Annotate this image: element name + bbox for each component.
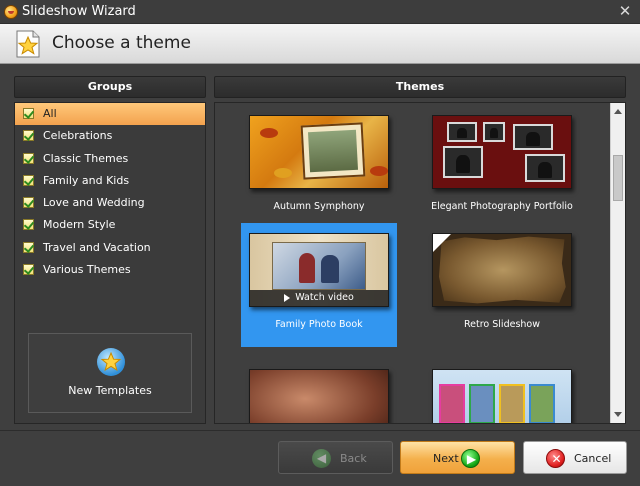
theme-thumbnail <box>432 369 572 423</box>
next-button[interactable]: Next ▶ <box>400 441 515 474</box>
group-label: Love and Wedding <box>43 196 145 210</box>
play-icon <box>284 293 291 302</box>
cancel-button[interactable]: ✕ Cancel <box>523 441 627 474</box>
photo <box>499 384 525 423</box>
torn-photo <box>439 236 566 304</box>
theme-card-retro-slideshow[interactable]: Retro Slideshow <box>424 223 580 347</box>
groups-heading: Groups <box>14 76 206 98</box>
group-label: Family and Kids <box>43 173 130 187</box>
next-arrow-icon: ▶ <box>461 449 480 468</box>
cancel-label: Cancel <box>574 452 612 465</box>
theme-card[interactable] <box>241 359 397 423</box>
checkbox-icon[interactable] <box>23 197 34 209</box>
new-templates-button[interactable]: New Templates <box>28 333 192 413</box>
theme-label: Retro Slideshow <box>463 319 540 330</box>
scroll-thumb[interactable] <box>613 155 623 201</box>
theme-thumbnail: Watch video <box>249 233 389 307</box>
page-title: Choose a theme <box>52 33 191 53</box>
next-label: Next <box>433 452 459 465</box>
watch-video-label: Watch video <box>295 292 354 303</box>
photo <box>483 122 505 142</box>
group-label: Various Themes <box>43 263 131 277</box>
photo <box>439 384 465 423</box>
cancel-x-icon: ✕ <box>546 449 565 468</box>
checkbox-icon[interactable] <box>23 219 34 231</box>
new-templates-label: New Templates <box>68 384 152 397</box>
close-icon[interactable]: ✕ <box>616 2 634 20</box>
group-label: Modern Style <box>43 218 116 232</box>
photo <box>525 154 565 182</box>
checkbox-icon[interactable] <box>23 108 34 119</box>
theme-label: Elegant Photography Portfolio <box>431 201 573 212</box>
group-label: Travel and Vacation <box>43 240 151 254</box>
back-label: Back <box>340 452 367 465</box>
theme-card-family-photo-book[interactable]: Watch video Family Photo Book <box>241 223 397 347</box>
themes-heading: Themes <box>214 76 626 98</box>
theme-thumbnail <box>249 115 389 189</box>
checkbox-icon[interactable] <box>23 241 34 253</box>
group-label: Celebrations <box>43 129 113 143</box>
groups-list: All Celebrations Classic Themes Family a… <box>14 102 206 424</box>
theme-card-autumn-symphony[interactable]: Autumn Symphony <box>241 105 397 229</box>
group-item-modern-style[interactable]: Modern Style <box>15 214 205 236</box>
watch-video-button[interactable]: Watch video <box>250 290 388 306</box>
photo <box>529 384 555 423</box>
theme-card[interactable] <box>424 359 580 423</box>
theme-thumbnail <box>249 369 389 423</box>
group-label: Classic Themes <box>43 151 129 165</box>
photo <box>272 242 366 290</box>
wizard-header: Choose a theme <box>0 24 640 64</box>
scroll-up-icon[interactable] <box>614 109 622 114</box>
photo <box>307 129 359 173</box>
star-globe-icon <box>97 348 125 376</box>
leaf-decoration <box>370 166 388 176</box>
footer-divider <box>0 430 640 431</box>
app-icon <box>4 5 18 19</box>
checkbox-icon[interactable] <box>23 264 34 276</box>
group-item-all[interactable]: All <box>15 103 205 126</box>
theme-card-elegant-photography-portfolio[interactable]: Elegant Photography Portfolio <box>424 105 580 229</box>
group-item-classic-themes[interactable]: Classic Themes <box>15 148 205 170</box>
themes-scrollbar[interactable] <box>610 103 625 423</box>
leaf-decoration <box>274 168 292 178</box>
group-item-various-themes[interactable]: Various Themes <box>15 259 205 281</box>
theme-thumbnail <box>432 115 572 189</box>
checkbox-icon[interactable] <box>23 130 34 142</box>
theme-thumbnail <box>432 233 572 307</box>
photo <box>469 384 495 423</box>
group-label: All <box>43 107 57 120</box>
title-bar: Slideshow Wizard ✕ <box>0 0 640 24</box>
scroll-down-icon[interactable] <box>614 412 622 417</box>
themes-grid: Autumn Symphony Elegant Photography Port… <box>214 102 626 424</box>
page-fold <box>433 234 451 252</box>
window-title: Slideshow Wizard <box>22 4 136 19</box>
checkbox-icon[interactable] <box>23 152 34 164</box>
back-button[interactable]: ◀ Back <box>278 441 393 474</box>
theme-label: Family Photo Book <box>275 319 363 330</box>
back-arrow-icon: ◀ <box>312 449 331 468</box>
photo <box>443 146 483 178</box>
photo <box>447 122 477 142</box>
group-item-travel-and-vacation[interactable]: Travel and Vacation <box>15 237 205 259</box>
star-page-icon <box>14 29 42 59</box>
photo-frame <box>300 122 366 180</box>
group-item-celebrations[interactable]: Celebrations <box>15 125 205 147</box>
checkbox-icon[interactable] <box>23 174 34 186</box>
group-item-love-and-wedding[interactable]: Love and Wedding <box>15 192 205 214</box>
group-item-family-and-kids[interactable]: Family and Kids <box>15 170 205 192</box>
theme-label: Autumn Symphony <box>273 201 365 212</box>
leaf-decoration <box>260 128 278 138</box>
photo <box>513 124 553 150</box>
